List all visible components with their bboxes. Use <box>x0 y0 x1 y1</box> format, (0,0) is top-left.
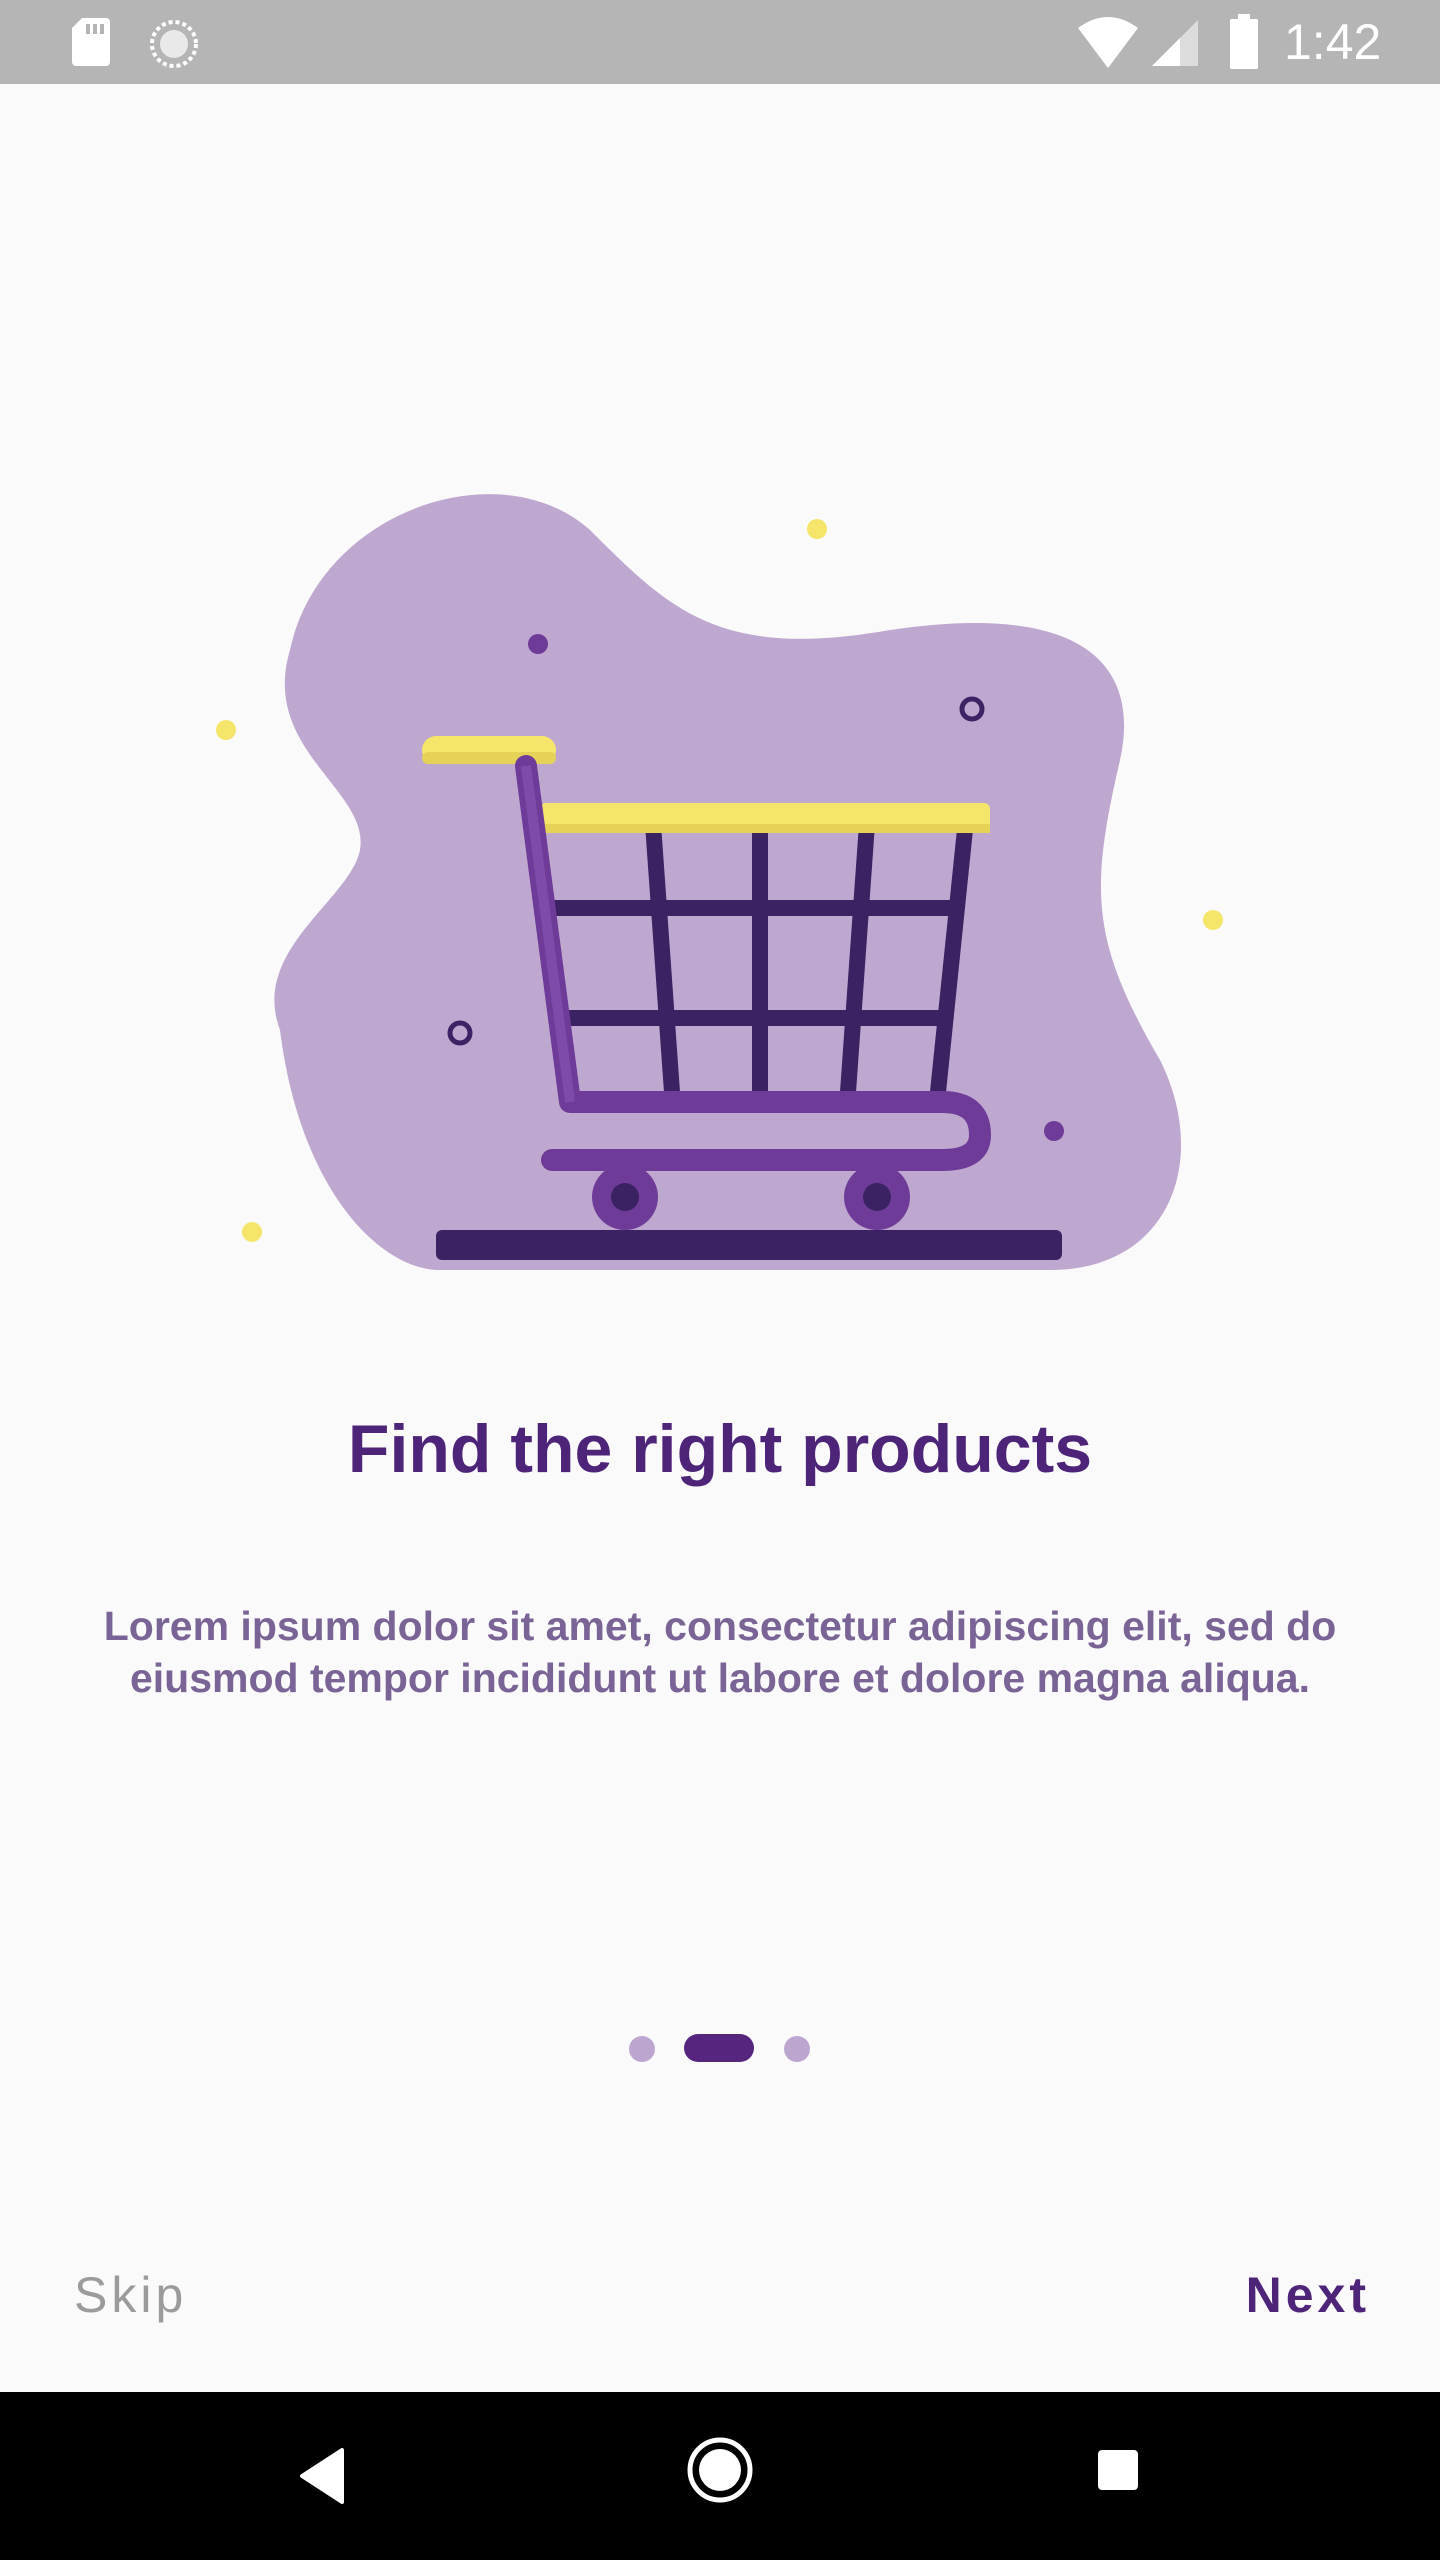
navigation-bar <box>0 2392 1440 2560</box>
onboarding-title: Find the right products <box>347 1411 1093 1487</box>
wifi-icon <box>1078 17 1138 68</box>
skip-button[interactable]: Skip <box>74 2260 187 2330</box>
back-icon[interactable] <box>296 2446 346 2506</box>
onboarding-screen: 1:42 Find the right products Lorem ipsum… <box>0 0 1440 2560</box>
cell-signal-icon <box>1152 20 1198 66</box>
decor-dot <box>1044 1121 1064 1141</box>
status-clock: 1:42 <box>1284 14 1382 70</box>
onboarding-description: Lorem ipsum dolor sit amet, consectetur … <box>103 1603 1337 1701</box>
page-dot-1[interactable] <box>629 2036 655 2062</box>
cart-floor <box>436 1230 1062 1260</box>
sync-icon <box>150 20 198 68</box>
decor-dot <box>528 634 548 654</box>
decor-dot <box>216 720 236 740</box>
next-button[interactable]: Next <box>1246 2260 1370 2330</box>
decor-dot <box>807 519 827 539</box>
sd-card-icon <box>72 18 110 66</box>
recents-icon[interactable] <box>1096 2448 1140 2492</box>
home-icon[interactable] <box>686 2436 754 2504</box>
status-bar: 1:42 <box>0 0 1440 84</box>
shopping-cart-illustration <box>216 494 1223 1270</box>
page-indicator <box>0 2032 1440 2064</box>
battery-icon <box>1230 14 1258 69</box>
page-dot-3[interactable] <box>784 2036 810 2062</box>
decor-dot <box>1203 910 1223 930</box>
page-dot-2-active[interactable] <box>684 2034 754 2062</box>
decor-dot <box>242 1222 262 1242</box>
